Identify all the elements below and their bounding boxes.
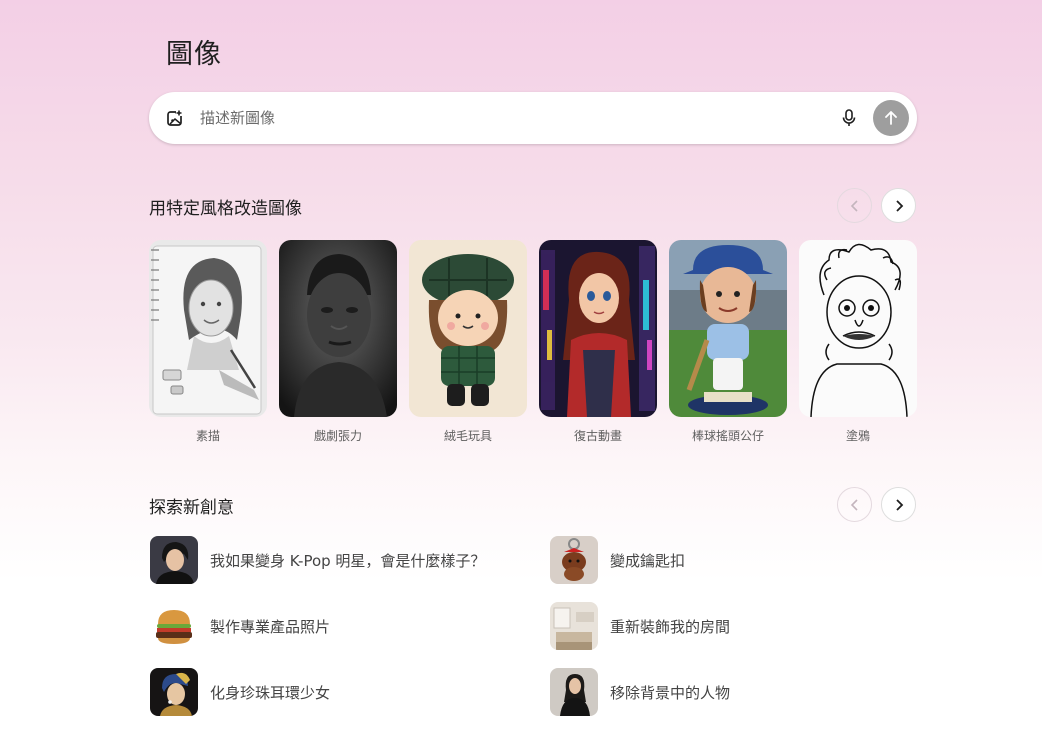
bobblehead-thumbnail bbox=[669, 240, 787, 417]
idea-remove-people[interactable]: 移除背景中的人物 bbox=[550, 668, 730, 716]
idea-label: 移除背景中的人物 bbox=[610, 683, 731, 702]
idea-label: 重新裝飾我的房間 bbox=[610, 617, 731, 636]
style-card-retro-anime[interactable]: 復古動畫 bbox=[539, 240, 657, 444]
style-card-bobblehead[interactable]: 棒球搖頭公仔 bbox=[669, 240, 787, 444]
idea-label: 變成鑰匙扣 bbox=[610, 551, 686, 570]
pearl-earring-thumbnail bbox=[150, 668, 198, 716]
style-label: 棒球搖頭公仔 bbox=[691, 429, 764, 443]
plush-thumbnail bbox=[409, 240, 527, 417]
kpop-thumbnail bbox=[150, 536, 198, 584]
style-label: 素描 bbox=[195, 429, 220, 443]
dramatic-thumbnail bbox=[279, 240, 397, 417]
microphone-icon[interactable] bbox=[839, 108, 859, 128]
style-label: 絨毛玩具 bbox=[443, 429, 492, 443]
remove-people-thumbnail bbox=[550, 668, 598, 716]
chevron-right-icon bbox=[895, 199, 903, 212]
arrow-up-icon bbox=[885, 111, 897, 125]
idea-room-decor[interactable]: 重新裝飾我的房間 bbox=[550, 602, 730, 650]
style-card-sketch[interactable]: 素描 bbox=[149, 240, 267, 444]
keychain-thumbnail bbox=[550, 536, 598, 584]
ideas-prev-button[interactable] bbox=[837, 487, 872, 522]
image-plus-icon[interactable] bbox=[166, 109, 184, 127]
doodle-thumbnail bbox=[799, 240, 917, 417]
prompt-input[interactable] bbox=[200, 106, 800, 130]
style-card-plush[interactable]: 絨毛玩具 bbox=[409, 240, 527, 444]
sketch-thumbnail bbox=[149, 240, 267, 417]
room-decor-thumbnail bbox=[550, 602, 598, 650]
style-label: 復古動畫 bbox=[573, 429, 622, 443]
chevron-right-icon bbox=[895, 498, 903, 511]
idea-product-photo[interactable]: 製作專業產品照片 bbox=[150, 602, 330, 650]
chevron-left-icon bbox=[850, 199, 858, 212]
chevron-left-icon bbox=[850, 498, 858, 511]
style-label: 塗鴉 bbox=[845, 429, 870, 443]
styles-prev-button[interactable] bbox=[837, 188, 872, 223]
retro-anime-thumbnail bbox=[539, 240, 657, 417]
idea-label: 我如果變身 K-Pop 明星，會是什麼樣子？ bbox=[210, 551, 486, 570]
styles-section-title: 用特定風格改造圖像 bbox=[149, 199, 302, 219]
style-card-doodle[interactable]: 塗鴉 bbox=[799, 240, 917, 444]
styles-next-button[interactable] bbox=[881, 188, 916, 223]
page-title: 圖像 bbox=[166, 39, 222, 70]
send-button[interactable] bbox=[873, 100, 909, 136]
idea-label: 化身珍珠耳環少女 bbox=[210, 683, 331, 702]
idea-label: 製作專業產品照片 bbox=[210, 617, 331, 636]
style-card-dramatic[interactable]: 戲劇張力 bbox=[279, 240, 397, 444]
ideas-next-button[interactable] bbox=[881, 487, 916, 522]
prompt-bar bbox=[149, 92, 917, 144]
idea-keychain[interactable]: 變成鑰匙扣 bbox=[550, 536, 685, 584]
idea-kpop[interactable]: 我如果變身 K-Pop 明星，會是什麼樣子？ bbox=[150, 536, 485, 584]
ideas-section-title: 探索新創意 bbox=[149, 498, 234, 518]
product-photo-thumbnail bbox=[150, 602, 198, 650]
style-label: 戲劇張力 bbox=[313, 429, 362, 443]
idea-pearl-earring[interactable]: 化身珍珠耳環少女 bbox=[150, 668, 330, 716]
